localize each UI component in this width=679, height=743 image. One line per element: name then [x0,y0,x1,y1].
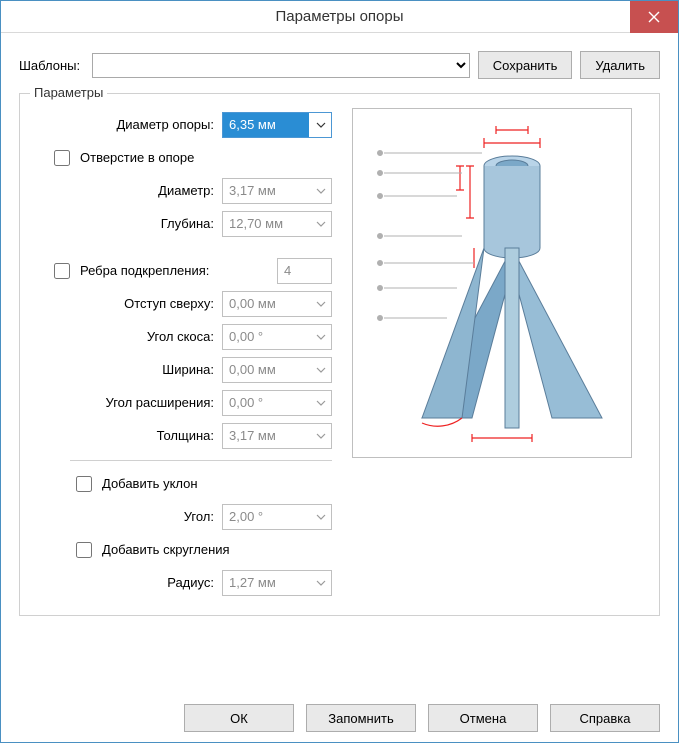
parameters-fieldset: Параметры Диаметр опоры: Отверстие в опо… [19,93,660,616]
remember-button[interactable]: Запомнить [306,704,416,732]
hole-depth-field [223,212,309,236]
close-icon [648,11,660,23]
hole-in-boss-label: Отверстие в опоре [80,150,194,165]
chevron-down-icon [309,505,331,529]
ribs-label: Ребра подкрепления: [80,263,209,278]
offset-top-label: Отступ сверху: [124,296,214,311]
expand-angle-label: Угол расширения: [106,395,214,410]
draft-angle-label: Угол: [184,509,214,524]
ok-button[interactable]: ОК [184,704,294,732]
draft-angle-field [223,505,309,529]
window-title: Параметры опоры [275,8,403,25]
fillet-radius-field [223,571,309,595]
hole-diameter-input [222,178,332,204]
chevron-down-icon[interactable] [309,113,331,137]
parameters-legend: Параметры [30,85,107,100]
width-label: Ширина: [162,362,214,377]
hole-depth-label: Глубина: [161,216,214,231]
cancel-button[interactable]: Отмена [428,704,538,732]
chevron-down-icon [309,292,331,316]
fillet-radius-label: Радиус: [167,575,214,590]
hole-in-boss-checkbox[interactable] [54,150,70,166]
chevron-down-icon [309,325,331,349]
parameters-column: Диаметр опоры: Отверстие в опоре Диаметр… [32,108,332,599]
thickness-label: Толщина: [157,428,214,443]
help-button[interactable]: Справка [550,704,660,732]
bevel-angle-label: Угол скоса: [147,329,214,344]
dialog-window: Параметры опоры Шаблоны: Сохранить Удали… [0,0,679,743]
boss-preview-diagram [352,108,632,458]
boss-diagram-svg [362,118,622,448]
add-draft-label: Добавить уклон [102,476,198,491]
bevel-angle-field [223,325,309,349]
boss-diameter-input[interactable] [222,112,332,138]
chevron-down-icon [309,179,331,203]
thickness-field [223,424,309,448]
width-input [222,357,332,383]
hole-diameter-field [223,179,309,203]
boss-diameter-label: Диаметр опоры: [116,117,214,132]
bevel-angle-input [222,324,332,350]
fillet-radius-input [222,570,332,596]
expand-angle-field [223,391,309,415]
offset-top-input [222,291,332,317]
titlebar: Параметры опоры [1,1,678,33]
save-template-button[interactable]: Сохранить [478,51,573,79]
templates-label: Шаблоны: [19,58,80,73]
chevron-down-icon [309,424,331,448]
expand-angle-input [222,390,332,416]
boss-diameter-field[interactable] [223,113,309,137]
ribs-checkbox[interactable] [54,263,70,279]
add-fillet-label: Добавить скругления [102,542,230,557]
delete-template-button[interactable]: Удалить [580,51,660,79]
templates-select[interactable] [92,53,470,78]
width-field [223,358,309,382]
add-fillet-checkbox[interactable] [76,542,92,558]
ribs-count: 4 [277,258,332,284]
dialog-buttons-row: ОК Запомнить Отмена Справка [19,698,660,732]
draft-angle-input [222,504,332,530]
chevron-down-icon [309,212,331,236]
add-draft-checkbox[interactable] [76,476,92,492]
thickness-input [222,423,332,449]
divider [70,460,332,461]
chevron-down-icon [309,571,331,595]
templates-row: Шаблоны: Сохранить Удалить [19,51,660,79]
chevron-down-icon [309,358,331,382]
chevron-down-icon [309,391,331,415]
hole-depth-input [222,211,332,237]
close-button[interactable] [630,1,678,33]
offset-top-field [223,292,309,316]
hole-diameter-label: Диаметр: [158,183,214,198]
